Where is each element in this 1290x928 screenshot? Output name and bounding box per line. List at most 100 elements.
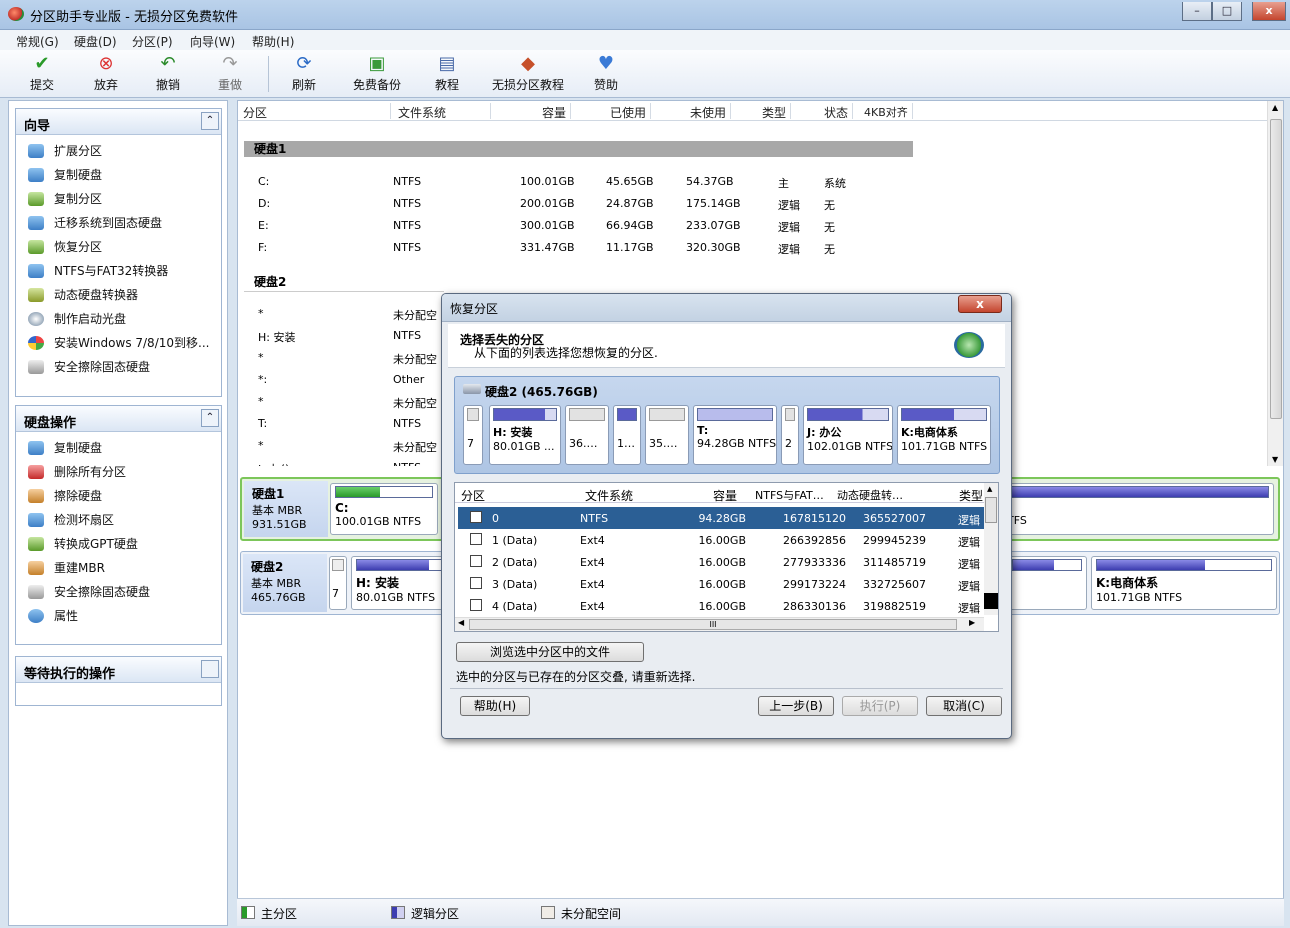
dialog-table-scrollbar[interactable]: ▲ xyxy=(984,483,998,615)
dlg-block-8[interactable]: K:电商体系 101.71GB NTFS xyxy=(897,405,991,465)
op-rebuild-mbr[interactable]: 重建MBR xyxy=(16,556,221,580)
convert-icon xyxy=(28,264,44,278)
backup-icon: ▣ xyxy=(368,53,386,74)
backup-button[interactable]: ▣ 免费备份 xyxy=(346,54,408,96)
scroll-left-icon[interactable]: ◀ xyxy=(458,618,464,627)
disk2-block-h[interactable]: H: 安装 80.01GB NTFS xyxy=(351,556,451,610)
lossless-tutorial-button[interactable]: ◆ 无损分区教程 xyxy=(486,54,570,96)
lost-partition-row[interactable]: 4 (Data) Ext4 16.00GB 286330136 319882519 逻辑 xyxy=(458,595,984,617)
wizard-copy-disk[interactable]: 复制硬盘 xyxy=(16,163,221,187)
wizard-copy-partition[interactable]: 复制分区 xyxy=(16,187,221,211)
wizard-bootable-cd[interactable]: 制作启动光盘 xyxy=(16,307,221,331)
scroll-up-icon[interactable]: ▲ xyxy=(987,485,992,493)
dlg-col-partition[interactable]: 分区 xyxy=(461,487,485,504)
wizard-dynamic-disk[interactable]: 动态硬盘转换器 xyxy=(16,283,221,307)
lost-partition-row[interactable]: 2 (Data) Ext4 16.00GB 277933336 311485719 逻辑 xyxy=(458,551,984,573)
back-button[interactable]: 上一步(B) xyxy=(758,696,834,716)
dialog-table-hscrollbar[interactable]: ◀ III ▶ xyxy=(455,617,984,631)
wizard-migrate-os[interactable]: 迁移系统到固态硬盘 xyxy=(16,211,221,235)
dlg-col-capacity[interactable]: 容量 xyxy=(713,487,737,504)
close-button[interactable]: x xyxy=(1252,2,1286,21)
collapse-icon[interactable]: ⌃ xyxy=(201,409,219,427)
scroll-down-icon[interactable]: ▼ xyxy=(1272,455,1278,464)
undo-button[interactable]: ↶ 撤销 xyxy=(144,54,192,96)
dlg-block-2[interactable]: 36.… xyxy=(565,405,609,465)
row-checkbox[interactable] xyxy=(470,511,482,523)
menu-wizard[interactable]: 向导(W) xyxy=(190,33,235,50)
disk2-block-j[interactable] xyxy=(1007,556,1087,610)
disk2-block-unalloc[interactable]: 7 xyxy=(329,556,347,610)
recover-icon xyxy=(28,240,44,254)
row-checkbox[interactable] xyxy=(470,599,482,611)
help-button[interactable]: 帮助(H) xyxy=(460,696,530,716)
dlg-block-0[interactable]: 7 xyxy=(463,405,483,465)
collapse-icon[interactable] xyxy=(201,660,219,678)
wizard-ntfs-fat32[interactable]: NTFS与FAT32转换器 xyxy=(16,259,221,283)
cell-part: T: xyxy=(258,417,268,430)
refresh-button[interactable]: ⟳ 刷新 xyxy=(280,54,328,96)
lost-partition-row[interactable]: 1 (Data) Ext4 16.00GB 266392856 299945239 逻辑 xyxy=(458,529,984,551)
op-bad-sector[interactable]: 检测坏扇区 xyxy=(16,508,221,532)
lost-partition-row[interactable]: 0 NTFS 94.28GB 167815120 365527007 逻辑 xyxy=(458,507,984,529)
dlg-block-5[interactable]: T: 94.28GB NTFS xyxy=(693,405,777,465)
dlg-block-6[interactable]: 2 xyxy=(781,405,799,465)
scroll-thumb[interactable] xyxy=(985,497,997,523)
disk-ops-section: 硬盘操作 ⌃ 复制硬盘 删除所有分区 擦除硬盘 检测坏扇区 转换成GPT硬盘 重建… xyxy=(15,405,222,645)
row-checkbox[interactable] xyxy=(470,533,482,545)
op-convert-gpt[interactable]: 转换成GPT硬盘 xyxy=(16,532,221,556)
lost-partition-row[interactable]: 3 (Data) Ext4 16.00GB 299173224 332725607 逻辑 xyxy=(458,573,984,595)
redo-icon: ↷ xyxy=(222,53,238,74)
mbr-icon xyxy=(28,561,44,575)
maximize-button[interactable]: □ xyxy=(1212,2,1242,21)
dlg-col-ntfs-fat[interactable]: NTFS与FAT… xyxy=(755,487,824,503)
row-checkbox[interactable] xyxy=(470,577,482,589)
discard-button[interactable]: ⊗ 放弃 xyxy=(82,54,130,96)
cell-type: 逻辑 xyxy=(958,514,980,527)
disk-ops-section-title: 硬盘操作 ⌃ xyxy=(16,406,221,432)
disk1-block-tail[interactable]: TFS xyxy=(1002,483,1274,535)
minimize-button[interactable]: – xyxy=(1182,2,1212,21)
redo-button[interactable]: ↷ 重做 xyxy=(206,54,254,96)
wizard-recover-partition[interactable]: 恢复分区 xyxy=(16,235,221,259)
hscroll-thumb[interactable]: III xyxy=(469,619,957,630)
scroll-up-icon[interactable]: ▲ xyxy=(1272,103,1278,112)
op-secure-erase[interactable]: 安全擦除固态硬盘 xyxy=(16,580,221,604)
disk2-block-k[interactable]: K:电商体系 101.71GB NTFS xyxy=(1091,556,1277,610)
row-checkbox[interactable] xyxy=(470,555,482,567)
wizard-install-windows[interactable]: 安装Windows 7/8/10到移... xyxy=(16,331,221,355)
collapse-icon[interactable]: ⌃ xyxy=(201,112,219,130)
dlg-block-4[interactable]: 35.… xyxy=(645,405,689,465)
disk1-block-c[interactable]: C: 100.01GB NTFS xyxy=(330,483,438,535)
commit-button[interactable]: ✔ 提交 xyxy=(18,54,66,96)
cell-cap: 16.00GB xyxy=(698,534,746,547)
discard-icon: ⊗ xyxy=(98,53,114,74)
disk2-map-info: 硬盘2 基本 MBR 465.76GB xyxy=(243,554,327,612)
dlg-col-dynamic[interactable]: 动态硬盘转… xyxy=(837,487,903,503)
op-wipe-disk[interactable]: 擦除硬盘 xyxy=(16,484,221,508)
op-copy-disk[interactable]: 复制硬盘 xyxy=(16,436,221,460)
op-delete-all[interactable]: 删除所有分区 xyxy=(16,460,221,484)
op-properties[interactable]: 属性 xyxy=(16,604,221,628)
legend-bar: 主分区 逻辑分区 未分配空间 xyxy=(237,898,1284,926)
scroll-thumb[interactable] xyxy=(1270,119,1282,419)
menu-help[interactable]: 帮助(H) xyxy=(252,33,294,50)
cancel-button[interactable]: 取消(C) xyxy=(926,696,1002,716)
dlg-col-filesystem[interactable]: 文件系统 xyxy=(585,487,633,504)
dlg-block-7[interactable]: J: 办公 102.01GB NTFS xyxy=(803,405,893,465)
menu-disk[interactable]: 硬盘(D) xyxy=(74,33,117,50)
dlg-block-3[interactable]: 1… xyxy=(613,405,641,465)
browse-files-button[interactable]: 浏览选中分区中的文件 xyxy=(456,642,644,662)
dialog-close-button[interactable]: x xyxy=(958,295,1002,313)
menu-partition[interactable]: 分区(P) xyxy=(132,33,173,50)
menu-general[interactable]: 常规(G) xyxy=(16,33,59,50)
cell-fs: Ext4 xyxy=(580,578,605,591)
tutorial-button[interactable]: ▤ 教程 xyxy=(422,54,472,96)
donate-button[interactable]: ♥ 赞助 xyxy=(584,54,628,96)
scroll-right-icon[interactable]: ▶ xyxy=(969,618,975,627)
list-scrollbar[interactable]: ▲ ▼ xyxy=(1267,101,1283,466)
dlg-col-type[interactable]: 类型 xyxy=(959,487,983,504)
wizard-extend-partition[interactable]: 扩展分区 xyxy=(16,139,221,163)
dlg-block-1[interactable]: H: 安装 80.01GB ... xyxy=(489,405,561,465)
wizard-secure-erase[interactable]: 安全擦除固态硬盘 xyxy=(16,355,221,379)
execute-button[interactable]: 执行(P) xyxy=(842,696,918,716)
